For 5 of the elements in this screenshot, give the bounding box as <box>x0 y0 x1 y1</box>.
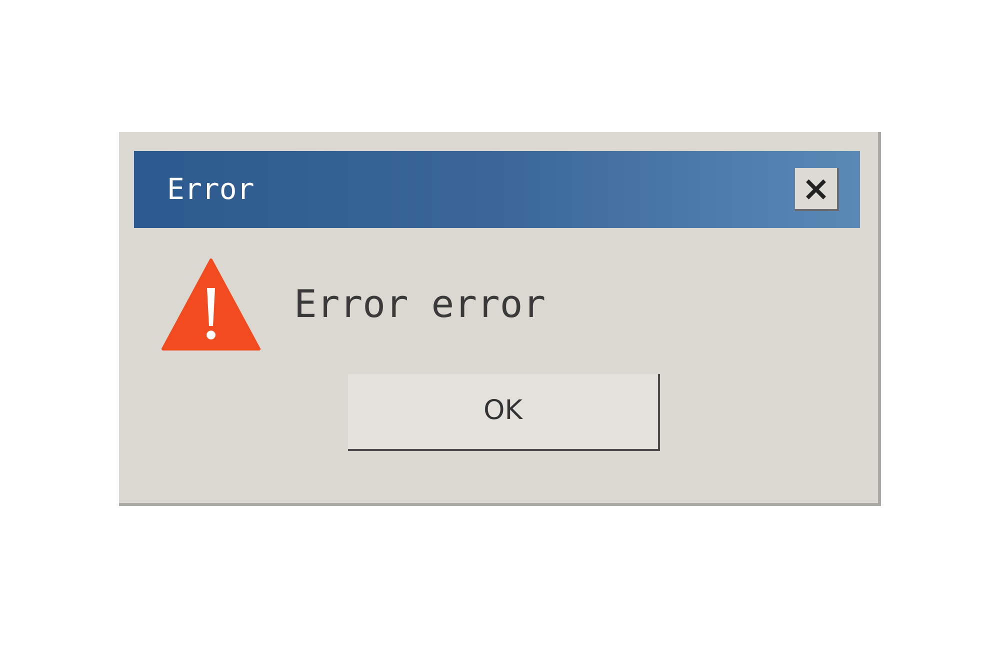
error-message: Error error <box>294 281 546 328</box>
ok-button[interactable]: OK <box>348 374 660 451</box>
close-button[interactable]: × <box>795 168 839 211</box>
warning-icon <box>161 258 261 351</box>
window-title: Error <box>167 170 254 208</box>
